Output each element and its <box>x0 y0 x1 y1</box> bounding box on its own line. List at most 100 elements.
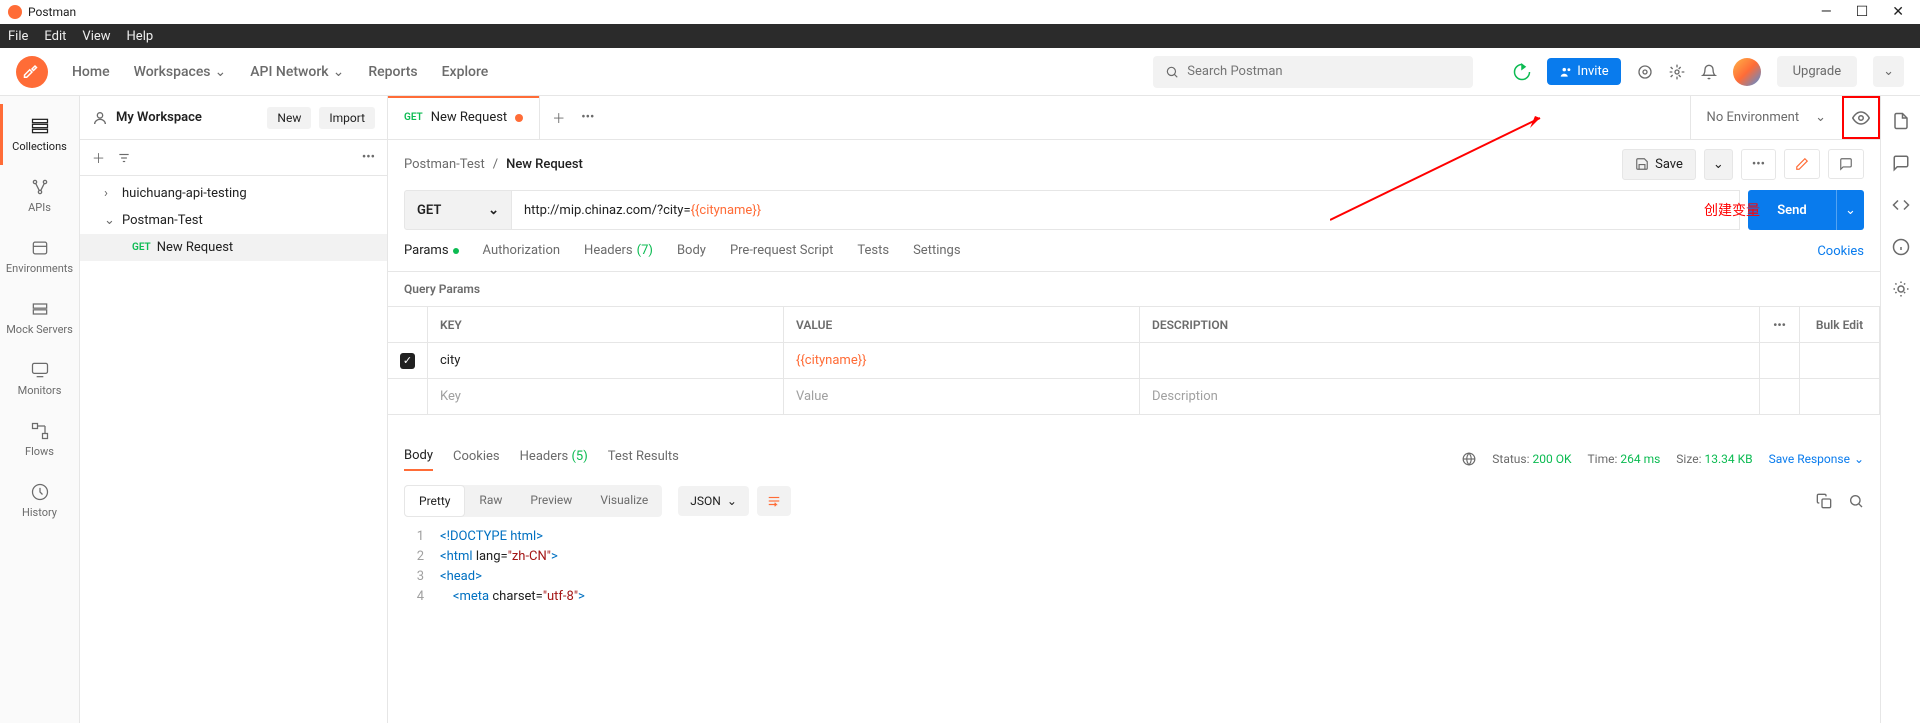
bell-icon[interactable] <box>1701 64 1717 80</box>
search-box[interactable] <box>1153 56 1473 88</box>
tab-tests[interactable]: Tests <box>857 243 889 260</box>
more-icon[interactable]: ••• <box>1741 149 1776 180</box>
comment-icon[interactable] <box>1828 149 1864 179</box>
tab-prerequest[interactable]: Pre-request Script <box>730 243 833 260</box>
tab-settings[interactable]: Settings <box>913 243 960 260</box>
format-select[interactable]: JSON ⌄ <box>678 486 749 516</box>
tab-params[interactable]: Params <box>404 243 459 260</box>
invite-button[interactable]: Invite <box>1547 58 1620 85</box>
save-dropdown[interactable]: ⌄ <box>1704 149 1733 180</box>
related-icon[interactable] <box>1892 280 1910 298</box>
maximize-icon[interactable]: ☐ <box>1856 4 1869 20</box>
close-icon[interactable]: ✕ <box>1892 4 1904 20</box>
response-body-code[interactable]: 1<!DOCTYPE html> 2<html lang="zh-CN"> 3<… <box>388 523 1880 611</box>
settings-icon[interactable] <box>1669 64 1685 80</box>
view-raw[interactable]: Raw <box>465 485 516 517</box>
collection-item[interactable]: › huichuang-api-testing <box>80 180 387 207</box>
wrap-lines-button[interactable] <box>757 486 791 516</box>
more-icon[interactable]: ••• <box>362 150 375 165</box>
environment-quicklook[interactable] <box>1842 96 1880 139</box>
save-button[interactable]: Save <box>1622 149 1696 180</box>
chevron-down-icon: ⌄ <box>215 64 227 80</box>
menu-edit[interactable]: Edit <box>44 29 66 44</box>
sidebar-item-monitors[interactable]: Monitors <box>0 348 79 409</box>
capture-icon[interactable] <box>1637 64 1653 80</box>
nav-workspaces[interactable]: Workspaces ⌄ <box>134 64 227 80</box>
method-badge: GET <box>132 242 151 253</box>
sidebar-item-environments[interactable]: Environments <box>0 226 79 287</box>
view-visualize[interactable]: Visualize <box>586 485 662 517</box>
import-button[interactable]: Import <box>319 107 375 129</box>
edit-icon[interactable] <box>1784 149 1820 179</box>
table-row-empty: Key Value Description <box>388 379 1880 415</box>
postman-logo-icon <box>8 5 22 19</box>
view-preview[interactable]: Preview <box>516 485 586 517</box>
more-icon[interactable]: ••• <box>1760 307 1800 342</box>
minimize-icon[interactable]: — <box>1821 4 1832 20</box>
param-key-placeholder[interactable]: Key <box>428 379 784 414</box>
workspace-name[interactable]: My Workspace <box>116 110 259 125</box>
plus-icon[interactable]: ＋ <box>552 108 565 127</box>
tab-headers[interactable]: Headers (7) <box>584 243 653 260</box>
response-tab-tests[interactable]: Test Results <box>608 449 679 470</box>
info-icon[interactable] <box>1892 238 1910 256</box>
breadcrumb-parent[interactable]: Postman-Test <box>404 157 485 172</box>
nav-home[interactable]: Home <box>72 64 110 80</box>
environment-selector[interactable]: No Environment ⌄ <box>1690 96 1842 139</box>
new-button[interactable]: New <box>267 107 311 129</box>
param-desc-placeholder[interactable]: Description <box>1140 379 1760 414</box>
plus-icon[interactable]: ＋ <box>92 148 105 167</box>
cookies-link[interactable]: Cookies <box>1817 244 1864 259</box>
postman-logo-icon[interactable] <box>16 56 48 88</box>
nav-explore[interactable]: Explore <box>442 64 489 80</box>
collection-item[interactable]: ⌄ Postman-Test <box>80 207 387 234</box>
tab[interactable]: GET New Request <box>388 96 540 139</box>
eye-icon <box>1852 109 1870 127</box>
request-item[interactable]: GET New Request <box>80 234 387 261</box>
save-response-button[interactable]: Save Response ⌄ <box>1769 452 1864 466</box>
method-select[interactable]: GET ⌄ <box>404 190 512 230</box>
avatar[interactable] <box>1733 58 1761 86</box>
tab-body[interactable]: Body <box>677 243 706 260</box>
documentation-icon[interactable] <box>1892 112 1910 130</box>
sidebar-item-flows[interactable]: Flows <box>0 409 79 470</box>
sync-icon[interactable] <box>1513 63 1531 81</box>
param-description[interactable] <box>1140 343 1760 378</box>
bulk-edit-button[interactable]: Bulk Edit <box>1800 307 1880 342</box>
param-value-placeholder[interactable]: Value <box>784 379 1140 414</box>
upgrade-button[interactable]: Upgrade <box>1777 56 1857 87</box>
nav-api-network[interactable]: API Network ⌄ <box>250 64 344 80</box>
sidebar-item-collections[interactable]: Collections <box>0 104 79 165</box>
url-input[interactable]: http://mip.chinaz.com/?city={{cityname}} <box>512 190 1740 230</box>
left-sidebar: Collections APIs Environments Mock Serve… <box>0 96 80 723</box>
collection-tree: › huichuang-api-testing ⌄ Postman-Test G… <box>80 176 387 723</box>
menu-view[interactable]: View <box>82 29 110 44</box>
menu-file[interactable]: File <box>8 29 28 44</box>
response-toolbar: Pretty Raw Preview Visualize JSON ⌄ <box>388 479 1880 523</box>
globe-icon[interactable] <box>1462 452 1476 466</box>
search-icon[interactable] <box>1848 493 1864 509</box>
view-pretty[interactable]: Pretty <box>404 485 465 517</box>
app-title: Postman <box>28 5 76 19</box>
code-icon[interactable] <box>1892 196 1910 214</box>
sidebar-item-apis[interactable]: APIs <box>0 165 79 226</box>
sidebar-item-mock-servers[interactable]: Mock Servers <box>0 287 79 348</box>
tab-authorization[interactable]: Authorization <box>483 243 561 260</box>
more-icon[interactable]: ••• <box>581 110 594 125</box>
send-button[interactable]: Send <box>1748 190 1836 230</box>
response-tab-headers[interactable]: Headers (5) <box>520 449 588 470</box>
response-tab-body[interactable]: Body <box>404 448 433 471</box>
param-key[interactable]: city <box>428 343 784 378</box>
param-value[interactable]: {{cityname}} <box>784 343 1140 378</box>
copy-icon[interactable] <box>1816 493 1832 509</box>
response-tab-cookies[interactable]: Cookies <box>453 449 500 470</box>
nav-reports[interactable]: Reports <box>368 64 417 80</box>
send-dropdown[interactable]: ⌄ <box>1836 190 1864 230</box>
sidebar-item-history[interactable]: History <box>0 470 79 531</box>
upgrade-chevron[interactable]: ⌄ <box>1873 56 1904 87</box>
search-input[interactable] <box>1187 64 1461 79</box>
breadcrumb-current[interactable]: New Request <box>506 157 583 172</box>
comments-icon[interactable] <box>1892 154 1910 172</box>
filter-icon[interactable] <box>117 151 131 165</box>
menu-help[interactable]: Help <box>127 29 154 44</box>
